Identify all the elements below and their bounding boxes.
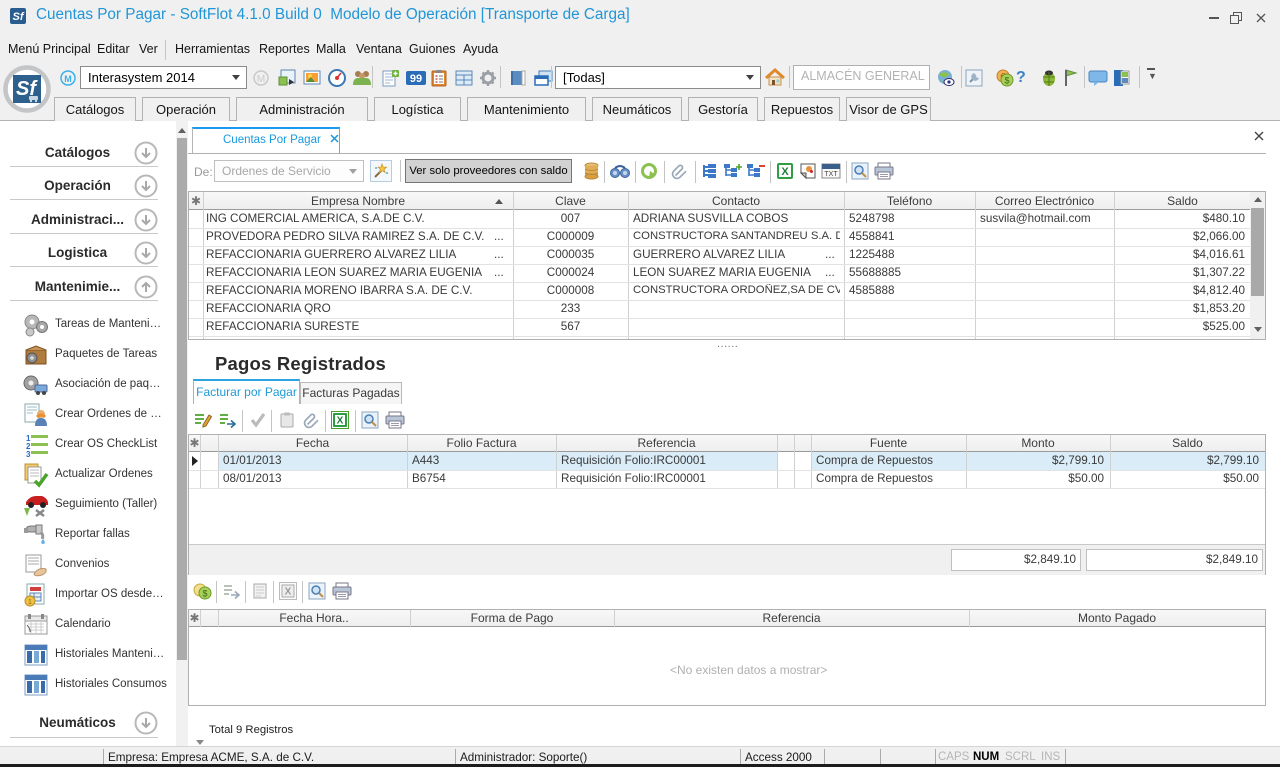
svg-text:1: 1 [28, 599, 32, 606]
svg-text:TXT: TXT [824, 171, 838, 178]
svg-text:$: $ [202, 589, 207, 599]
svg-text:99: 99 [410, 73, 422, 85]
svg-text:M: M [64, 74, 72, 84]
svg-text:M: M [257, 74, 265, 85]
svg-text:X: X [337, 416, 344, 427]
svg-text:$: $ [1004, 76, 1009, 86]
svg-text:3: 3 [26, 450, 31, 458]
svg-text:X: X [285, 587, 292, 598]
svg-text:X: X [781, 166, 789, 178]
svg-text:Sf: Sf [13, 11, 25, 23]
